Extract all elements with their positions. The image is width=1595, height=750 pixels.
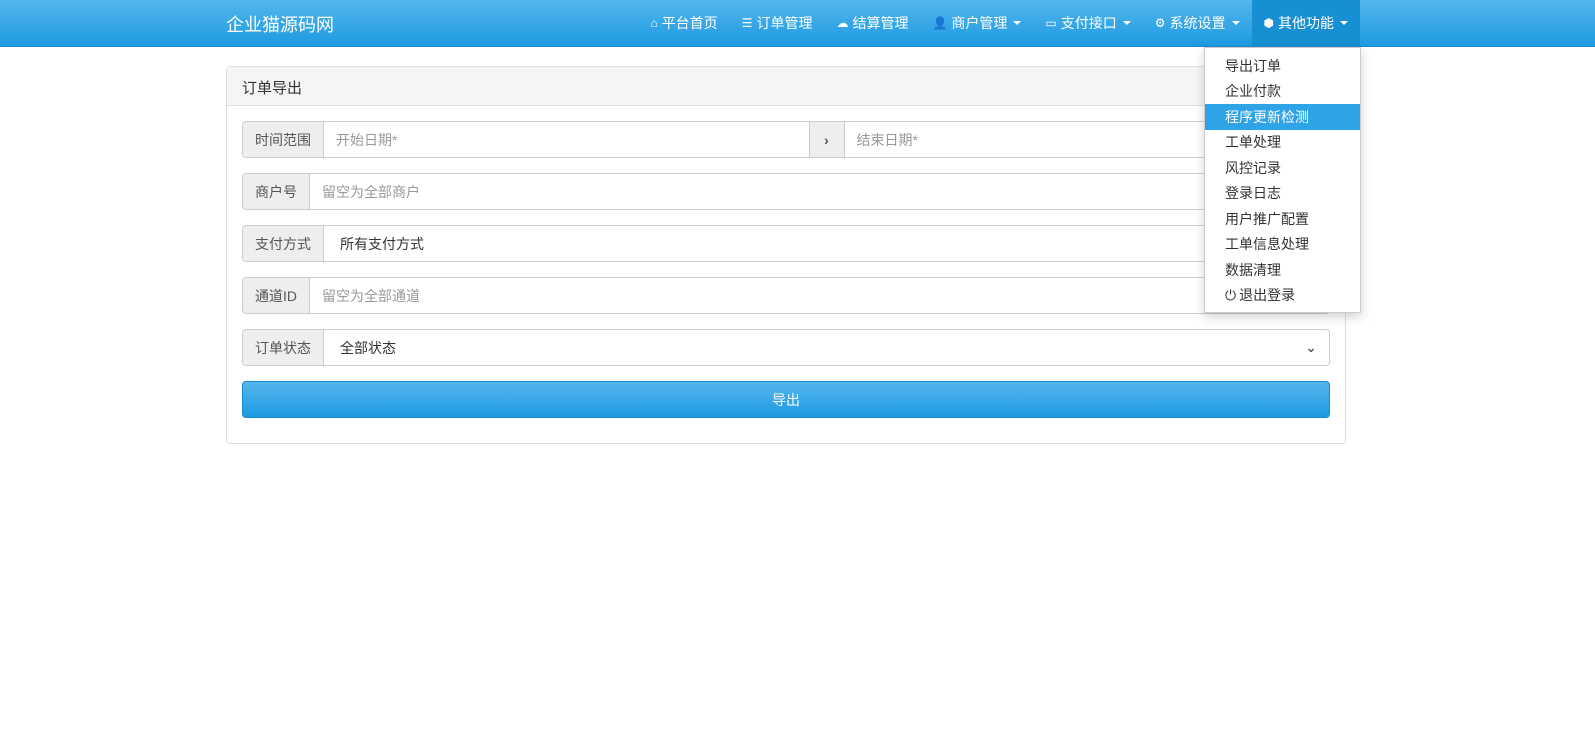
- pay-type-label: 支付方式: [243, 226, 324, 261]
- time-range-label: 时间范围: [243, 122, 324, 157]
- credit-card-icon: ▭: [1045, 16, 1057, 30]
- channel-label: 通道ID: [243, 278, 310, 313]
- cloud-icon: ☁: [836, 16, 849, 30]
- brand-logo[interactable]: 企业猫源码网: [226, 11, 334, 37]
- home-icon: ⌂: [650, 16, 658, 30]
- menu-item-promotion-config[interactable]: 用户推广配置: [1205, 206, 1360, 232]
- time-range-group: 时间范围 开始日期* › 结束日期*: [242, 121, 1330, 158]
- nav-label: 结算管理: [852, 15, 909, 31]
- status-select[interactable]: 全部状态 ⌄: [324, 330, 1329, 365]
- export-button[interactable]: 导出: [242, 381, 1330, 418]
- menu-item-logout[interactable]: ⏻ 退出登录: [1205, 283, 1360, 309]
- nav-payment[interactable]: ▭ 支付接口: [1033, 0, 1142, 46]
- channel-input[interactable]: 留空为全部通道: [310, 278, 1329, 313]
- menu-item-export-orders[interactable]: 导出订单: [1205, 53, 1360, 79]
- nav-label: 订单管理: [756, 15, 813, 31]
- list-icon: ☰: [741, 16, 753, 30]
- other-functions-dropdown: 导出订单 企业付款 程序更新检测 工单处理 风控记录 登录日志 用户推广配置 工…: [1204, 47, 1361, 313]
- nav-orders[interactable]: ☰ 订单管理: [730, 0, 825, 46]
- panel-title: 订单导出: [227, 67, 1345, 106]
- caret-down-icon: [1122, 21, 1131, 25]
- merchant-label: 商户号: [243, 174, 310, 209]
- start-date-input[interactable]: 开始日期*: [324, 122, 809, 157]
- pay-type-select[interactable]: 所有支付方式: [324, 226, 1329, 261]
- gear-icon: ⚙: [1154, 16, 1166, 30]
- export-panel: 订单导出 时间范围 开始日期* › 结束日期* 商户号 留空为全部商户 支付方式…: [226, 66, 1346, 444]
- logout-label: 退出登录: [1239, 287, 1296, 304]
- chevron-right-icon: ›: [808, 122, 845, 157]
- menu-item-tickets[interactable]: 工单处理: [1205, 130, 1360, 156]
- nav-merchants[interactable]: 👤 商户管理: [920, 0, 1033, 46]
- nav-settlement[interactable]: ☁ 结算管理: [824, 0, 920, 46]
- nav-home[interactable]: ⌂ 平台首页: [638, 0, 729, 46]
- power-icon: ⏻: [1225, 286, 1237, 303]
- nav-system[interactable]: ⚙ 系统设置: [1143, 0, 1252, 46]
- status-label: 订单状态: [243, 330, 324, 365]
- merchant-input[interactable]: 留空为全部商户: [310, 174, 1329, 209]
- menu-item-data-cleanup[interactable]: 数据清理: [1205, 257, 1360, 283]
- nav-label: 支付接口: [1060, 15, 1117, 31]
- nav-menu: ⌂ 平台首页 ☰ 订单管理 ☁ 结算管理 👤 商户管理 ▭ 支付接口 ⚙ 系统设置 ⬢ 其他功…: [638, 0, 1360, 46]
- menu-item-login-log[interactable]: 登录日志: [1205, 181, 1360, 207]
- nav-label: 其他功能: [1278, 15, 1334, 31]
- nav-other[interactable]: ⬢ 其他功能: [1251, 0, 1360, 46]
- status-value: 全部状态: [340, 339, 396, 356]
- chevron-down-icon: ⌄: [1305, 339, 1317, 355]
- nav-label: 商户管理: [951, 15, 1008, 31]
- menu-item-update-check[interactable]: 程序更新检测: [1205, 104, 1360, 130]
- menu-item-ticket-info[interactable]: 工单信息处理: [1205, 232, 1360, 258]
- channel-group: 通道ID 留空为全部通道: [242, 277, 1330, 314]
- menu-item-enterprise-pay[interactable]: 企业付款: [1205, 79, 1360, 105]
- nav-label: 平台首页: [661, 15, 718, 31]
- user-icon: 👤: [932, 16, 948, 30]
- caret-down-icon: [1231, 21, 1240, 25]
- caret-down-icon: [1013, 21, 1022, 25]
- navbar: 企业猫源码网 ⌂ 平台首页 ☰ 订单管理 ☁ 结算管理 👤 商户管理 ▭ 支付接口 ⚙ 系统…: [0, 0, 1595, 47]
- caret-down-icon: [1340, 21, 1348, 25]
- menu-item-risk-records[interactable]: 风控记录: [1205, 155, 1360, 181]
- status-group: 订单状态 全部状态 ⌄: [242, 329, 1330, 366]
- cube-icon: ⬢: [1263, 16, 1274, 30]
- merchant-group: 商户号 留空为全部商户: [242, 173, 1330, 210]
- nav-label: 系统设置: [1169, 15, 1226, 31]
- pay-type-group: 支付方式 所有支付方式: [242, 225, 1330, 262]
